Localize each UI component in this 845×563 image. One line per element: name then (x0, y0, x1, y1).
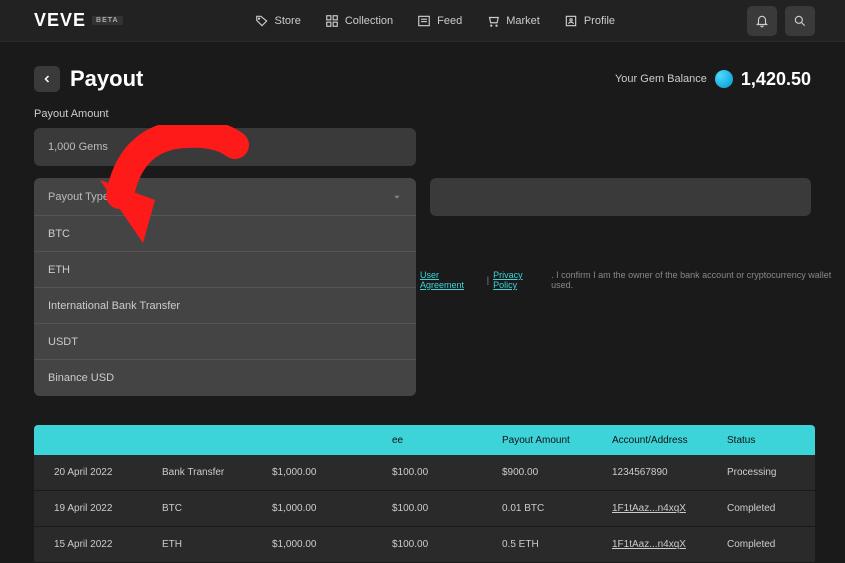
amount-label: Payout Amount (34, 108, 811, 120)
history-table: ee Payout Amount Account/Address Status … (34, 425, 815, 563)
tag-icon (255, 14, 269, 28)
table-head: ee Payout Amount Account/Address Status (34, 425, 815, 455)
notifications-button[interactable] (747, 6, 777, 36)
page-header: Payout Your Gem Balance 1,420.50 (0, 42, 845, 108)
option-btc[interactable]: BTC (34, 216, 416, 252)
search-icon (793, 14, 807, 28)
search-button[interactable] (785, 6, 815, 36)
th-payout: Payout Amount (494, 435, 604, 446)
nav-profile[interactable]: Profile (564, 14, 615, 28)
privacy-policy-link[interactable]: Privacy Policy (493, 270, 547, 290)
gem-icon (715, 70, 733, 88)
main-nav: Store Collection Feed Market Profile (255, 14, 616, 28)
back-button[interactable] (34, 66, 60, 92)
th-status: Status (719, 435, 809, 446)
logo: VEVE BETA (34, 10, 123, 31)
app-header: VEVE BETA Store Collection Feed Market P… (0, 0, 845, 42)
user-agreement-link[interactable]: User Agreement (420, 270, 483, 290)
secondary-input[interactable] (430, 178, 812, 216)
logo-text: VEVE (34, 10, 86, 31)
th-fee: ee (384, 435, 494, 446)
bell-icon (755, 14, 769, 28)
th-account: Account/Address (604, 435, 719, 446)
dropdown-options: BTC ETH International Bank Transfer USDT… (34, 216, 416, 396)
chevron-left-icon (41, 73, 53, 85)
feed-icon (417, 14, 431, 28)
select-header[interactable]: Payout Type... (34, 178, 416, 216)
consent-text: User Agreement | Privacy Policy . I conf… (420, 260, 845, 290)
beta-badge: BETA (92, 16, 123, 25)
payout-type-select[interactable]: Payout Type... BTC ETH International Ban… (34, 178, 416, 396)
page-title: Payout (70, 66, 143, 92)
cart-icon (486, 14, 500, 28)
nav-market[interactable]: Market (486, 14, 540, 28)
nav-store[interactable]: Store (255, 14, 301, 28)
table-row: 15 April 2022 ETH $1,000.00 $100.00 0.5 … (34, 527, 815, 563)
option-eth[interactable]: ETH (34, 252, 416, 288)
option-usdt[interactable]: USDT (34, 324, 416, 360)
profile-icon (564, 14, 578, 28)
table-row: 20 April 2022 Bank Transfer $1,000.00 $1… (34, 455, 815, 491)
nav-collection[interactable]: Collection (325, 14, 393, 28)
option-bank[interactable]: International Bank Transfer (34, 288, 416, 324)
amount-input[interactable]: 1,000 Gems (34, 128, 416, 166)
grid-icon (325, 14, 339, 28)
form-area: Payout Amount 1,000 Gems Payout Type... … (0, 108, 845, 396)
nav-feed[interactable]: Feed (417, 14, 462, 28)
chevron-down-icon (392, 192, 402, 202)
option-busd[interactable]: Binance USD (34, 360, 416, 396)
balance-label: Your Gem Balance (615, 73, 707, 85)
header-actions (747, 6, 815, 36)
gem-balance: Your Gem Balance 1,420.50 (615, 69, 811, 90)
balance-amount: 1,420.50 (741, 69, 811, 90)
table-row: 19 April 2022 BTC $1,000.00 $100.00 0.01… (34, 491, 815, 527)
account-link[interactable]: 1F1tAaz...n4xqX (604, 503, 719, 514)
account-link[interactable]: 1F1tAaz...n4xqX (604, 539, 719, 550)
